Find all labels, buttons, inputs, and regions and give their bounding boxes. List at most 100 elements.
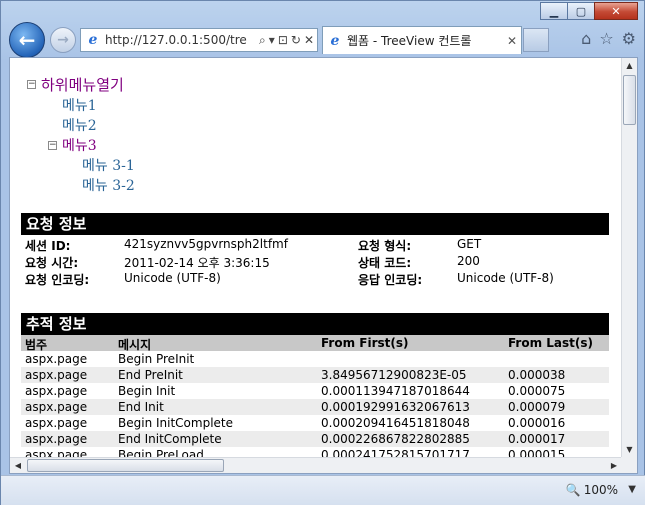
maximize-button[interactable]: ▢ — [567, 2, 595, 20]
address-bar[interactable]: e http://127.0.0.1:500/tre ⌕ ▾ ⊡ ↻ ✕ — [80, 28, 318, 52]
table-row: aspx.page Begin InitComplete 0.000209416… — [21, 415, 609, 431]
minimize-button[interactable]: ▁ — [540, 2, 568, 20]
search-icon[interactable]: ⌕ — [259, 33, 266, 48]
cell-message: Begin Init — [118, 384, 176, 398]
tree-node-subitem: 메뉴 3-2 — [82, 175, 135, 195]
vertical-scroll-thumb[interactable] — [623, 75, 636, 125]
cell-category: aspx.page — [25, 352, 88, 366]
table-row: aspx.page End PreInit 3.84956712900823E-… — [21, 367, 609, 383]
scroll-down-icon[interactable]: ▼ — [622, 442, 637, 458]
zoom-control[interactable]: 🔍 100% — [566, 483, 618, 497]
compatibility-view-icon[interactable]: ⊡ — [278, 33, 288, 48]
cell-from-first: 0.000192991632067613 — [321, 400, 470, 414]
address-tools: ⌕ ▾ ⊡ ↻ ✕ — [259, 33, 317, 48]
cell-from-last: 0.000038 — [508, 368, 566, 382]
tree-node-label[interactable]: 메뉴 3-2 — [82, 175, 135, 195]
ie-page-icon: e — [88, 32, 98, 48]
forward-arrow-icon: → — [57, 32, 69, 48]
cell-category: aspx.page — [25, 384, 88, 398]
forward-button[interactable]: → — [50, 27, 76, 53]
cell-category: aspx.page — [25, 400, 88, 414]
tab-close-icon[interactable]: ✕ — [503, 34, 521, 48]
request-key: 응답 인코딩: — [358, 273, 423, 287]
horizontal-scroll-thumb[interactable] — [27, 459, 224, 472]
status-bar: 🔍 100% ▼ — [1, 475, 645, 505]
cell-category: aspx.page — [25, 368, 88, 382]
tree-node-label[interactable]: 메뉴1 — [62, 95, 97, 115]
tree-node-label[interactable]: 하위메뉴열기 — [41, 74, 124, 95]
request-value: GET — [457, 237, 482, 251]
collapse-toggle-icon[interactable]: − — [48, 140, 57, 150]
cell-from-last: 0.000075 — [508, 384, 566, 398]
tab-title: 웹폼 - TreeView 컨트롤 — [347, 34, 472, 48]
browser-window: ▁ ▢ ✕ ← → e http://127.0.0.1:500/tre ⌕ ▾… — [0, 0, 645, 505]
new-tab-button[interactable] — [523, 28, 549, 52]
cell-from-last: 0.000017 — [508, 432, 566, 446]
column-header-from-last: From Last(s) — [508, 336, 594, 350]
tree-node-label[interactable]: 메뉴3 — [62, 135, 97, 155]
table-row: aspx.page Begin Init 0.00011394718701864… — [21, 383, 609, 399]
request-value: Unicode (UTF-8) — [124, 271, 221, 285]
collapse-toggle-icon[interactable]: − — [27, 80, 36, 89]
request-key: 요청 형식: — [358, 239, 412, 253]
zoom-icon: 🔍 — [565, 483, 581, 497]
home-icon[interactable]: ⌂ — [581, 29, 591, 48]
vertical-scrollbar[interactable]: ▲ ▼ — [621, 58, 637, 458]
tree-node-subitem: 메뉴 3-1 — [82, 155, 135, 175]
zoom-level: 100% — [583, 483, 618, 497]
page-content: − 하위메뉴열기 메뉴1 메뉴2 − 메뉴3 메뉴 3-1 메뉴 3-2 요청 … — [10, 58, 622, 458]
tree-node-label[interactable]: 메뉴2 — [62, 115, 97, 135]
cell-from-first: 0.000113947187018644 — [321, 384, 470, 398]
toolbar-icons: ⌂ ☆ ⚙ — [581, 29, 636, 48]
scrollbar-corner — [621, 457, 637, 473]
favorites-star-icon[interactable]: ☆ — [599, 29, 613, 48]
request-value: 200 — [457, 254, 480, 268]
cell-from-last: 0.000079 — [508, 400, 566, 414]
tab-treeview[interactable]: e 웹폼 - TreeView 컨트롤 ✕ — [322, 26, 522, 54]
horizontal-scrollbar[interactable]: ◀ ▶ — [10, 457, 622, 473]
dropdown-icon[interactable]: ▾ — [269, 33, 275, 48]
window-controls: ▁ ▢ ✕ — [540, 2, 638, 20]
column-header-from-first: From First(s) — [321, 336, 409, 350]
refresh-icon[interactable]: ↻ — [291, 33, 301, 48]
address-input[interactable]: http://127.0.0.1:500/tre — [105, 33, 259, 47]
stop-icon[interactable]: ✕ — [304, 33, 314, 48]
scroll-right-icon[interactable]: ▶ — [606, 458, 622, 473]
cell-from-first: 0.000226867822802885 — [321, 432, 470, 446]
table-row: aspx.page End InitComplete 0.00022686782… — [21, 431, 609, 447]
cell-message: Begin InitComplete — [118, 416, 234, 430]
request-key: 요청 인코딩: — [25, 273, 90, 287]
tree-node-item: 메뉴1 — [62, 95, 97, 115]
request-info-header: 요청 정보 — [21, 213, 609, 235]
close-window-button[interactable]: ✕ — [594, 2, 638, 20]
cell-from-first: 3.84956712900823E-05 — [321, 368, 467, 382]
cell-from-last: 0.000016 — [508, 416, 566, 430]
cell-message: End Init — [118, 400, 164, 414]
request-key: 요청 시간: — [25, 256, 79, 270]
back-arrow-icon: ← — [18, 28, 36, 52]
request-value: Unicode (UTF-8) — [457, 271, 554, 285]
cell-message: Begin PreInit — [118, 352, 195, 366]
gear-icon[interactable]: ⚙ — [622, 29, 636, 48]
scroll-up-icon[interactable]: ▲ — [622, 58, 637, 74]
navigation-bar: ← → e http://127.0.0.1:500/tre ⌕ ▾ ⊡ ↻ ✕… — [1, 19, 645, 61]
tree-node-root: − 하위메뉴열기 — [27, 74, 124, 95]
request-key: 상태 코드: — [358, 256, 412, 270]
back-button[interactable]: ← — [9, 22, 45, 58]
cell-category: aspx.page — [25, 432, 88, 446]
request-value: 421syznvv5gpvrnsph2ltfmf — [124, 237, 288, 251]
ie-tab-icon: e — [330, 32, 340, 49]
tree-node-item: 메뉴2 — [62, 115, 97, 135]
cell-from-first: 0.000209416451818048 — [321, 416, 470, 430]
request-value: 2011-02-14 오후 3:36:15 — [124, 256, 270, 270]
table-row: aspx.page End Init 0.000192991632067613 … — [21, 399, 609, 415]
trace-info-header: 추적 정보 — [21, 313, 609, 335]
zoom-dropdown-icon[interactable]: ▼ — [628, 484, 636, 495]
cell-message: End InitComplete — [118, 432, 222, 446]
page-viewport: − 하위메뉴열기 메뉴1 메뉴2 − 메뉴3 메뉴 3-1 메뉴 3-2 요청 … — [9, 57, 638, 474]
tree-node-label[interactable]: 메뉴 3-1 — [82, 155, 135, 175]
scroll-left-icon[interactable]: ◀ — [10, 458, 26, 473]
cell-message: End PreInit — [118, 368, 183, 382]
table-row: aspx.page Begin PreInit — [21, 351, 609, 367]
tree-node-item: − 메뉴3 — [48, 135, 97, 155]
